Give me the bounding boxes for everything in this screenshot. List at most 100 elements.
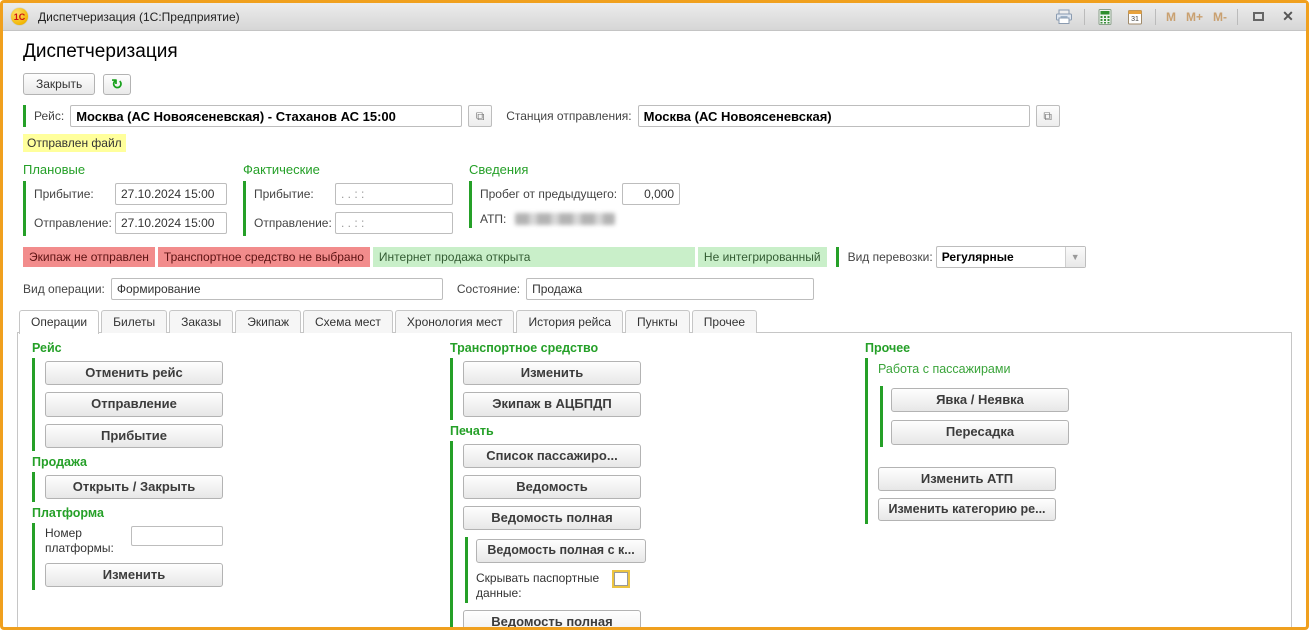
trip-choose-icon[interactable]: ⧉ bbox=[468, 105, 492, 127]
actual-departure-label: Отправление: bbox=[254, 216, 330, 230]
tab-points[interactable]: Пункты bbox=[625, 310, 690, 333]
close-icon[interactable]: ✕ bbox=[1278, 8, 1298, 26]
planned-arrival-label: Прибытие: bbox=[34, 187, 110, 201]
refresh-button[interactable]: ↻ bbox=[103, 74, 131, 95]
hide-passport-checkbox[interactable] bbox=[614, 572, 628, 586]
print-icon[interactable] bbox=[1054, 8, 1074, 26]
status-row: Экипаж не отправлен Транспортное средств… bbox=[23, 246, 1292, 268]
titlebar-separator bbox=[1155, 9, 1156, 25]
actual-departure-field[interactable]: . . : : bbox=[335, 212, 453, 234]
memory-m-button[interactable]: M bbox=[1166, 8, 1176, 26]
state-label: Состояние: bbox=[457, 282, 520, 296]
actual-arrival-field[interactable]: . . : : bbox=[335, 183, 453, 205]
planned-departure-label: Отправление: bbox=[34, 216, 110, 230]
titlebar: 1С Диспетчеризация (1С:Предприятие) 31 M… bbox=[3, 3, 1306, 31]
info-group: Сведения Пробег от предыдущего: 0,000 АТ… bbox=[469, 162, 680, 236]
actual-group: Фактические Прибытие: . . : : Отправлени… bbox=[243, 162, 453, 236]
passenger-list-button[interactable]: Список пассажиро... bbox=[463, 444, 641, 468]
column-other: Прочее Работа с пассажирами Явка / Неявк… bbox=[865, 337, 1277, 625]
state-field[interactable]: Продажа bbox=[526, 278, 814, 300]
sheet-button[interactable]: Ведомость bbox=[463, 475, 641, 499]
atp-label: АТП: bbox=[480, 212, 506, 226]
operation-kind-field[interactable]: Формирование bbox=[111, 278, 443, 300]
platform-group-title: Платформа bbox=[32, 506, 450, 520]
info-group-title: Сведения bbox=[469, 162, 680, 177]
main-content: Диспетчеризация Закрыть ↻ Рейс: Москва (… bbox=[3, 31, 1306, 630]
platform-number-field[interactable] bbox=[131, 526, 223, 546]
window-title: Диспетчеризация (1С:Предприятие) bbox=[38, 10, 240, 24]
departure-station-field[interactable]: Москва (АС Новоясеневская) bbox=[638, 105, 1030, 127]
status-badge: Транспортное средство не выбрано bbox=[158, 247, 370, 267]
trip-label: Рейс: bbox=[34, 109, 64, 123]
mileage-field[interactable]: 0,000 bbox=[622, 183, 680, 205]
full-sheet-grouped-button[interactable]: Ведомость полная (с группировкой по ста.… bbox=[463, 610, 641, 630]
change-vehicle-button[interactable]: Изменить bbox=[463, 361, 641, 385]
calculator-icon[interactable] bbox=[1095, 8, 1115, 26]
planned-group: Плановые Прибытие: 27.10.2024 15:00 Отпр… bbox=[23, 162, 227, 236]
svg-text:31: 31 bbox=[1131, 16, 1139, 23]
cancel-trip-button[interactable]: Отменить рейс bbox=[45, 361, 223, 385]
departure-station-label: Станция отправления: bbox=[506, 109, 631, 123]
planned-departure-field[interactable]: 27.10.2024 15:00 bbox=[115, 212, 227, 234]
1c-logo-icon: 1С bbox=[11, 8, 28, 25]
print-sub-group: Ведомость полная с к... Скрывать паспорт… bbox=[465, 537, 646, 603]
sale-group-title: Продажа bbox=[32, 455, 450, 469]
print-group-title: Печать bbox=[450, 424, 865, 438]
tab-misc[interactable]: Прочее bbox=[692, 310, 757, 333]
change-platform-button[interactable]: Изменить bbox=[45, 563, 223, 587]
change-trip-category-button[interactable]: Изменить категорию ре... bbox=[878, 498, 1056, 522]
tab-seat-map[interactable]: Схема мест bbox=[303, 310, 393, 333]
trip-group-title: Рейс bbox=[32, 341, 450, 355]
station-choose-icon[interactable]: ⧉ bbox=[1036, 105, 1060, 127]
departure-button[interactable]: Отправление bbox=[45, 392, 223, 416]
tab-operations[interactable]: Операции bbox=[19, 310, 99, 334]
full-sheet-button[interactable]: Ведомость полная bbox=[463, 506, 641, 530]
tab-crew[interactable]: Экипаж bbox=[235, 310, 301, 333]
actual-group-title: Фактические bbox=[243, 162, 453, 177]
tab-orders[interactable]: Заказы bbox=[169, 310, 233, 333]
tab-strip: Операции Билеты Заказы Экипаж Схема мест… bbox=[19, 310, 1292, 333]
app-window: 1С Диспетчеризация (1С:Предприятие) 31 M… bbox=[0, 0, 1309, 630]
titlebar-separator bbox=[1084, 9, 1085, 25]
titlebar-separator bbox=[1237, 9, 1238, 25]
operation-row: Вид операции: Формирование Состояние: Пр… bbox=[23, 278, 1292, 300]
column-trip: Рейс Отменить рейс Отправление Прибытие … bbox=[32, 337, 450, 625]
tab-tickets[interactable]: Билеты bbox=[101, 310, 167, 333]
planned-arrival-field[interactable]: 27.10.2024 15:00 bbox=[115, 183, 227, 205]
other-group-title: Прочее bbox=[865, 341, 1277, 355]
change-atp-button[interactable]: Изменить АТП bbox=[878, 467, 1056, 491]
passengers-subgroup-title: Работа с пассажирами bbox=[878, 362, 1010, 376]
tab-seat-history[interactable]: Хронология мест bbox=[395, 310, 515, 333]
planned-group-title: Плановые bbox=[23, 162, 227, 177]
tab-trip-history[interactable]: История рейса bbox=[516, 310, 623, 333]
route-field-row: Рейс: Москва (АС Новоясеневская) - Стаха… bbox=[34, 105, 1292, 127]
show-noshow-button[interactable]: Явка / Неявка bbox=[891, 388, 1069, 412]
full-sheet-grouped-line1: Ведомость полная bbox=[491, 614, 612, 629]
memory-m-minus-button[interactable]: M- bbox=[1213, 8, 1227, 26]
status-badge: Интернет продажа открыта bbox=[373, 247, 695, 267]
column-vehicle-print: Транспортное средство Изменить Экипаж в … bbox=[450, 337, 865, 625]
passengers-sub-group: Явка / Неявка Пересадка bbox=[880, 386, 1069, 447]
transport-type-label: Вид перевозки: bbox=[848, 250, 933, 264]
mileage-label: Пробег от предыдущего: bbox=[480, 187, 617, 201]
operation-kind-label: Вид операции: bbox=[23, 282, 105, 296]
times-section: Плановые Прибытие: 27.10.2024 15:00 Отпр… bbox=[23, 162, 1292, 236]
platform-number-label: Номер платформы: bbox=[45, 526, 123, 556]
open-close-sale-button[interactable]: Открыть / Закрыть bbox=[45, 475, 223, 499]
atp-value-redacted bbox=[515, 213, 615, 225]
file-sent-status: Отправлен файл bbox=[23, 134, 126, 152]
transport-type-select[interactable]: Регулярные ▼ bbox=[936, 246, 1086, 268]
status-badge: Не интегрированный bbox=[698, 247, 827, 267]
full-sheet-with-k-button[interactable]: Ведомость полная с к... bbox=[476, 539, 646, 563]
memory-m-plus-button[interactable]: M+ bbox=[1186, 8, 1203, 26]
hide-passport-label: Скрывать паспортные данные: bbox=[476, 571, 604, 601]
transport-type-value: Регулярные bbox=[937, 247, 1065, 267]
transfer-button[interactable]: Пересадка bbox=[891, 420, 1069, 444]
arrival-button[interactable]: Прибытие bbox=[45, 424, 223, 448]
crew-to-acbpdp-button[interactable]: Экипаж в АЦБПДП bbox=[463, 392, 641, 416]
trip-field[interactable]: Москва (АС Новоясеневская) - Стаханов АС… bbox=[70, 105, 462, 127]
calendar-icon[interactable]: 31 bbox=[1125, 8, 1145, 26]
chevron-down-icon[interactable]: ▼ bbox=[1065, 247, 1085, 267]
maximize-icon[interactable] bbox=[1248, 8, 1268, 26]
close-form-button[interactable]: Закрыть bbox=[23, 73, 95, 95]
